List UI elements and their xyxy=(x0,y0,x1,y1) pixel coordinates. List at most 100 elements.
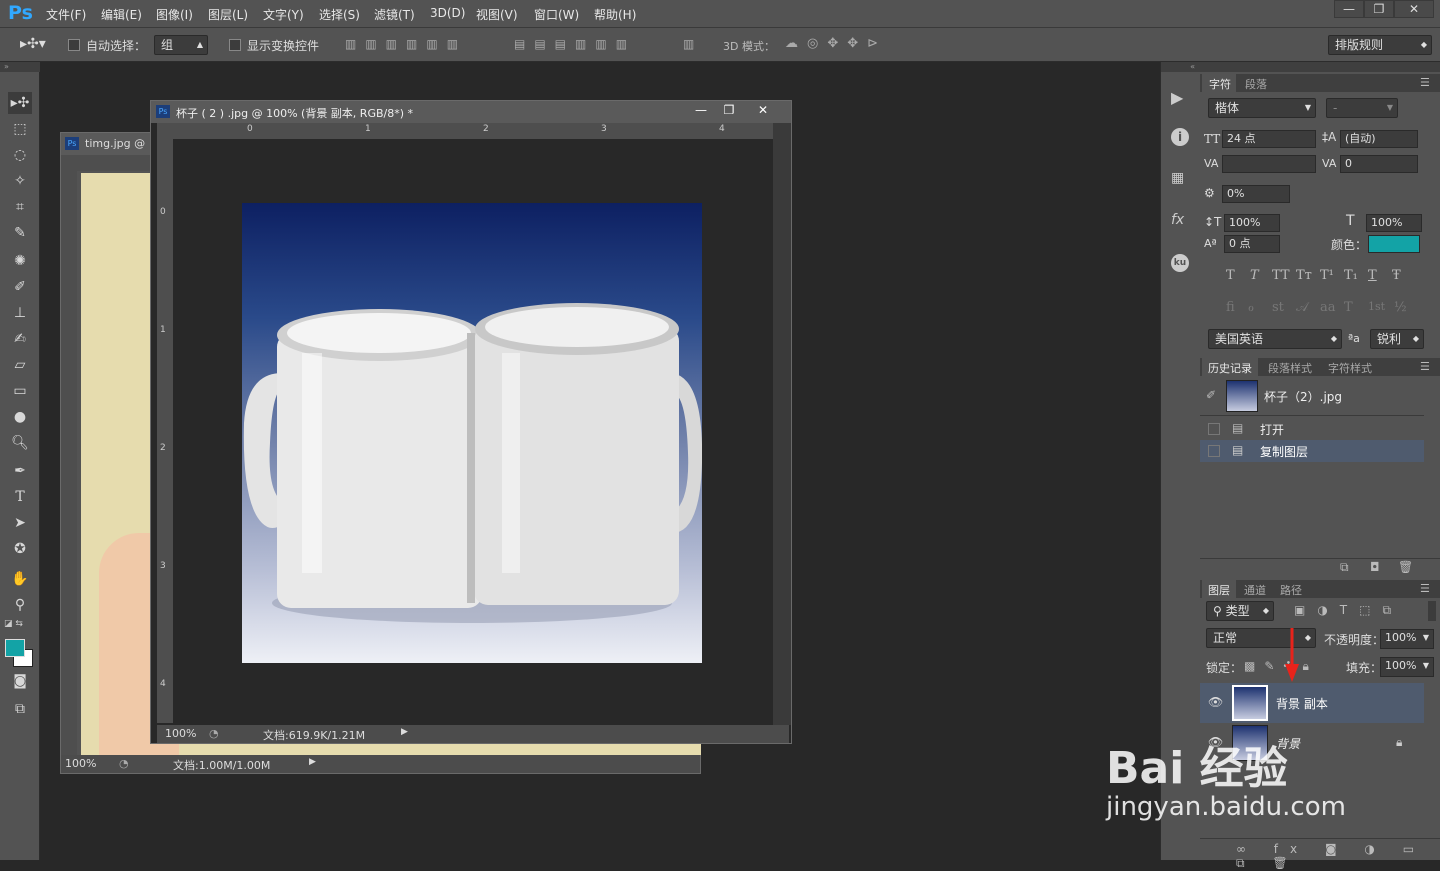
history-snapshot[interactable]: ✐ 杯子（2）.jpg xyxy=(1200,376,1424,416)
magic-wand-icon[interactable]: ✧ xyxy=(8,170,32,192)
minimize-button[interactable]: — xyxy=(1334,0,1364,18)
move-tool-icon[interactable]: ▸✣▾ xyxy=(20,36,46,52)
menu-type[interactable]: 文字(Y) xyxy=(263,6,304,23)
eye-icon[interactable]: 👁︎ xyxy=(1208,695,1223,709)
screen-mode-icon[interactable]: ⧉ xyxy=(8,698,32,720)
discretionary-ligature-icon[interactable]: st xyxy=(1272,300,1284,315)
history-brush-source-icon[interactable]: ✐ xyxy=(1206,388,1216,402)
auto-select-dropdown[interactable]: 组 ▲ xyxy=(154,35,208,55)
play-icon[interactable]: ▶ xyxy=(1171,88,1183,107)
filter-toggle[interactable] xyxy=(1428,601,1436,621)
horizontal-scale-input[interactable]: 100% xyxy=(1366,214,1422,232)
workspace-dropdown[interactable]: 排版规则 ◆ xyxy=(1328,35,1432,55)
titling-icon[interactable]: 𝒜 xyxy=(1296,300,1308,315)
auto-select-checkbox[interactable] xyxy=(68,39,80,51)
healing-brush-icon[interactable]: ✺ xyxy=(8,250,32,272)
ligature-icon[interactable]: ﬁ xyxy=(1226,300,1235,315)
status-icon[interactable]: ◔ xyxy=(209,727,219,740)
dodge-tool-icon[interactable]: 🔍︎ xyxy=(8,432,32,454)
menu-filter[interactable]: 滤镜(T) xyxy=(374,6,415,23)
zoom-level[interactable]: 100% xyxy=(65,757,96,770)
default-colors-icon[interactable]: ◪ ⇆ xyxy=(4,619,23,629)
font-size-input[interactable]: 24 点 xyxy=(1222,130,1316,148)
swash-icon[interactable]: ℴ xyxy=(1248,300,1254,315)
stamp-tool-icon[interactable]: ⊥ xyxy=(8,302,32,324)
eyedropper-icon[interactable]: ✎ xyxy=(8,222,32,244)
foreground-color-swatch[interactable] xyxy=(5,639,25,657)
menu-view[interactable]: 视图(V) xyxy=(476,6,518,23)
layer-filter-icons[interactable]: ▣◑T⬚⧉ xyxy=(1294,603,1403,618)
eraser-tool-icon[interactable]: ▱ xyxy=(8,354,32,376)
info-icon[interactable]: i xyxy=(1171,128,1189,146)
opacity-input[interactable]: 100% ▼ xyxy=(1380,629,1434,649)
layer-filter-dropdown[interactable]: ⚲ 类型 ◆ xyxy=(1206,601,1274,621)
panel-menu-icon[interactable]: ☰ xyxy=(1420,582,1430,595)
tab-character[interactable]: 字符 xyxy=(1209,76,1231,92)
distribute-icons[interactable]: ▤▤▤▥▥▥ xyxy=(514,37,636,51)
zoom-level[interactable]: 100% xyxy=(165,727,196,740)
strikethrough-icon[interactable]: Ŧ xyxy=(1392,268,1401,283)
collapse-icon[interactable]: « xyxy=(1161,62,1201,72)
3d-mode-icons[interactable]: ☁◎✥✥⊳ xyxy=(785,36,887,51)
doc-minimize-button[interactable]: — xyxy=(687,103,715,119)
doc-close-button[interactable]: ✕ xyxy=(749,103,777,119)
play-icon[interactable]: ▶ xyxy=(401,727,408,737)
menu-layer[interactable]: 图层(L) xyxy=(208,6,248,23)
menu-help[interactable]: 帮助(H) xyxy=(594,6,636,23)
small-caps-icon[interactable]: Tт xyxy=(1296,268,1312,283)
status-icon[interactable]: ◔ xyxy=(119,757,129,770)
crop-tool-icon[interactable]: ⌗ xyxy=(8,196,32,218)
document-window-cup[interactable]: Ps 杯子 ( 2 ) .jpg @ 100% (背景 副本, RGB/8*) … xyxy=(150,100,792,744)
ornament-icon[interactable]: T xyxy=(1344,300,1353,315)
marquee-tool-icon[interactable]: ⬚ xyxy=(8,118,32,140)
menu-edit[interactable]: 编辑(E) xyxy=(101,6,142,23)
quick-mask-icon[interactable]: ◙ xyxy=(8,670,32,692)
new-document-icon[interactable]: ⧉ xyxy=(1340,560,1349,575)
menu-window[interactable]: 窗口(W) xyxy=(534,6,579,23)
antialias-dropdown[interactable]: 锐利 ◆ xyxy=(1370,329,1424,349)
camera-icon[interactable]: ◘ xyxy=(1370,560,1380,574)
all-caps-icon[interactable]: TT xyxy=(1272,268,1290,283)
italic-icon[interactable]: T xyxy=(1250,268,1259,283)
play-icon[interactable]: ▶ xyxy=(309,757,316,767)
type-tool-icon[interactable]: T xyxy=(8,486,32,508)
cup-image-canvas[interactable] xyxy=(242,203,703,663)
panel-menu-icon[interactable]: ☰ xyxy=(1420,360,1430,373)
vertical-scrollbar[interactable] xyxy=(773,123,791,725)
move-tool-icon[interactable]: ▸✣ xyxy=(8,92,32,114)
ordinal-icon[interactable]: 1st xyxy=(1368,300,1385,313)
tab-channels[interactable]: 通道 xyxy=(1244,582,1266,598)
menu-select[interactable]: 选择(S) xyxy=(319,6,360,23)
layer-footer-icons[interactable]: ∞ fx ◙ ◑ ▭ ⧉ 🗑︎ xyxy=(1236,842,1440,871)
tab-character-styles[interactable]: 字符样式 xyxy=(1328,360,1372,376)
tab-paths[interactable]: 路径 xyxy=(1280,582,1302,598)
panel-menu-icon[interactable]: ☰ xyxy=(1420,76,1430,89)
tracking-input[interactable]: 0 xyxy=(1340,155,1418,173)
fraction-icon[interactable]: ½ xyxy=(1394,300,1407,315)
align-icons[interactable]: ▥▥▥▥▥▥ xyxy=(345,37,467,51)
menu-image[interactable]: 图像(I) xyxy=(156,6,193,23)
subscript-icon[interactable]: T₁ xyxy=(1344,268,1358,283)
bold-icon[interactable]: T xyxy=(1226,268,1235,283)
brush-tool-icon[interactable]: ✐ xyxy=(8,276,32,298)
show-transform-checkbox[interactable] xyxy=(229,39,241,51)
text-color-swatch[interactable] xyxy=(1368,235,1420,253)
blur-tool-icon[interactable]: ● xyxy=(8,406,32,428)
document-titlebar[interactable]: Ps 杯子 ( 2 ) .jpg @ 100% (背景 副本, RGB/8*) … xyxy=(151,101,791,123)
fx-icon[interactable]: fx xyxy=(1171,212,1184,228)
lock-icons[interactable]: ▩✎✣🔒︎ xyxy=(1244,659,1318,674)
stylistic-alt-icon[interactable]: aa xyxy=(1320,300,1336,315)
history-item[interactable]: ▤ 打开 xyxy=(1200,418,1424,440)
tab-layers[interactable]: 图层 xyxy=(1208,582,1230,598)
superscript-icon[interactable]: T¹ xyxy=(1320,268,1334,283)
restore-button[interactable]: ❐ xyxy=(1364,0,1394,18)
path-select-icon[interactable]: ➤ xyxy=(8,512,32,534)
history-brush-checkbox[interactable] xyxy=(1208,445,1220,457)
hand-tool-icon[interactable]: ✋ xyxy=(8,568,32,590)
menu-file[interactable]: 文件(F) xyxy=(46,6,86,23)
auto-align-icon[interactable]: ▥ xyxy=(683,37,694,51)
tab-paragraph-styles[interactable]: 段落样式 xyxy=(1268,360,1312,376)
zoom-tool-icon[interactable]: ⚲ xyxy=(8,594,32,616)
history-item-selected[interactable]: ▤ 复制图层 xyxy=(1200,440,1424,462)
vertical-scale-input[interactable]: 100% xyxy=(1224,214,1280,232)
